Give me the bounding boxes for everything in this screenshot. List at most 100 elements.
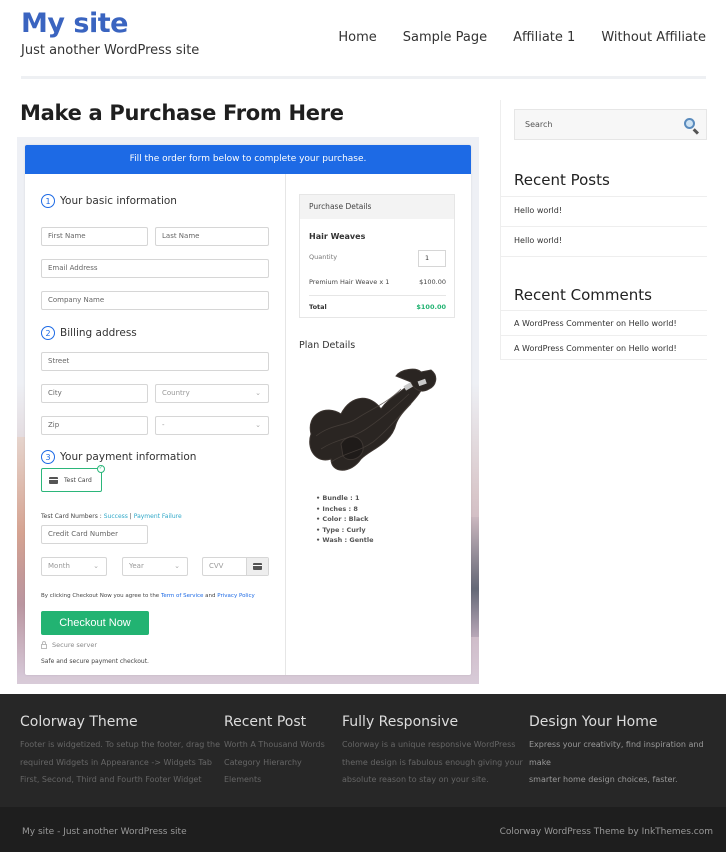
chevron-down-icon: ⌄ — [93, 562, 99, 570]
success-link[interactable]: Success — [104, 513, 128, 520]
footer-col-line: theme design is fabulous enough giving y… — [342, 757, 523, 767]
terms-and: and — [203, 593, 218, 599]
line-item-name: Premium Hair Weave x 1 — [309, 278, 390, 286]
step-number: 1 — [41, 194, 55, 208]
purchase-details-box: Purchase Details Hair Weaves Quantity 1 … — [299, 194, 455, 318]
lock-icon — [41, 640, 47, 649]
year-select[interactable]: Year ⌄ — [122, 557, 188, 576]
header-divider — [21, 76, 706, 79]
total-label: Total — [309, 303, 327, 311]
checkout-now-button[interactable]: Checkout Now — [41, 611, 149, 635]
email-input[interactable]: Email Address — [41, 259, 269, 278]
step-number: 2 — [41, 326, 55, 340]
recent-comment-link[interactable]: A WordPress Commenter on Hello world! — [501, 335, 707, 360]
nav-home[interactable]: Home — [338, 30, 376, 45]
quantity-label: Quantity — [309, 253, 338, 261]
footer-col-title: Recent Post — [224, 714, 307, 730]
check-icon: ✓ — [97, 465, 105, 473]
search-input[interactable]: Search — [514, 109, 707, 140]
city-input[interactable]: City — [41, 384, 148, 403]
cvv-input[interactable]: CVV — [202, 557, 269, 576]
country-select[interactable]: Country ⌄ — [155, 384, 269, 403]
checkout-form: 1 Your basic information First Name Last… — [25, 174, 286, 675]
test-card-option[interactable]: Test Card ✓ — [41, 465, 105, 492]
order-summary: Purchase Details Hair Weaves Quantity 1 … — [287, 174, 471, 675]
footer-col-line: Footer is widgetized. To setup the foote… — [20, 740, 221, 749]
footer-col-colorway: Colorway Theme Footer is widgetized. To … — [20, 714, 220, 789]
step-basic-info: 1 Your basic information — [41, 194, 177, 208]
footer-col-line: Colorway is a unique responsive WordPres… — [342, 740, 516, 749]
summary-divider — [309, 295, 446, 296]
footer-recent-post-link[interactable]: Worth A Thousand Words — [224, 736, 325, 754]
plan-detail-item: Bundle : 1 — [316, 493, 373, 504]
site-title[interactable]: My site — [21, 8, 128, 39]
month-select[interactable]: Month ⌄ — [41, 557, 107, 576]
plan-detail-item: Color : Black — [316, 514, 373, 525]
company-input[interactable]: Company Name — [41, 291, 269, 310]
terms-text: By clicking Checkout Now you agree to th… — [41, 593, 255, 599]
secure-server-label: Secure server — [52, 641, 97, 649]
recent-posts-title: Recent Posts — [514, 171, 610, 189]
chevron-down-icon: ⌄ — [255, 389, 261, 397]
test-card-label: Test Card — [64, 476, 92, 484]
street-input[interactable]: Street — [41, 352, 269, 371]
test-card-numbers-label: Test Card Numbers : — [41, 513, 104, 520]
footer-theme-credit[interactable]: Colorway WordPress Theme by InkThemes.co… — [500, 827, 713, 837]
step-label: Your payment information — [60, 451, 197, 463]
page-title: Make a Purchase From Here — [20, 101, 344, 125]
month-select-value: Month — [48, 562, 70, 570]
order-form-banner: Fill the order form below to complete yo… — [25, 145, 471, 174]
footer-recent-post-link[interactable]: Category Hierarchy — [224, 754, 325, 772]
footer-bottom-bar: My site - Just another WordPress site Co… — [0, 807, 726, 852]
state-select[interactable]: - ⌄ — [155, 416, 269, 435]
footer-col-recent-post: Recent Post Worth A Thousand Words Categ… — [224, 714, 325, 789]
state-select-value: - — [162, 421, 165, 429]
recent-post-link[interactable]: Hello world! — [501, 196, 707, 226]
nav-without-affiliate[interactable]: Without Affiliate — [601, 30, 706, 45]
search-placeholder: Search — [525, 120, 553, 129]
terms-prefix: By clicking Checkout Now you agree to th… — [41, 593, 161, 599]
step-label: Your basic information — [60, 195, 177, 207]
product-name: Hair Weaves — [309, 232, 366, 241]
footer-col-title: Design Your Home — [529, 714, 658, 730]
test-card-numbers: Test Card Numbers : Success | Payment Fa… — [41, 513, 182, 520]
footer-col-responsive: Fully Responsive Colorway is a unique re… — [342, 714, 523, 789]
cvv-card-icon — [246, 558, 268, 575]
line-item-price: $100.00 — [419, 278, 446, 286]
credit-card-number-input[interactable]: Credit Card Number — [41, 525, 148, 544]
footer-col-line: absolute reason to stay on your site. — [342, 775, 489, 784]
widget-divider — [501, 359, 707, 360]
year-select-value: Year — [129, 562, 144, 570]
nav-affiliate-1[interactable]: Affiliate 1 — [513, 30, 575, 45]
credit-card-icon — [49, 476, 58, 484]
search-icon[interactable] — [684, 118, 695, 129]
payment-failure-link[interactable]: Payment Failure — [134, 513, 182, 520]
order-form-container: Fill the order form below to complete yo… — [17, 137, 479, 684]
nav-sample-page[interactable]: Sample Page — [403, 30, 487, 45]
privacy-policy-link[interactable]: Privacy Policy — [217, 593, 254, 599]
order-form-card: Fill the order form below to complete yo… — [25, 145, 471, 675]
footer: Colorway Theme Footer is widgetized. To … — [0, 694, 726, 807]
terms-of-service-link[interactable]: Term of Service — [161, 593, 203, 599]
chevron-down-icon: ⌄ — [174, 562, 180, 570]
plan-detail-item: Wash : Gentle — [316, 535, 373, 546]
credit-card-icon — [253, 563, 262, 570]
widget-divider — [501, 256, 707, 257]
footer-col-title: Colorway Theme — [20, 714, 138, 730]
cvv-placeholder: CVV — [209, 562, 224, 570]
footer-col-design-home: Design Your Home Express your creativity… — [529, 714, 726, 789]
first-name-input[interactable]: First Name — [41, 227, 148, 246]
footer-col-title: Fully Responsive — [342, 714, 459, 730]
recent-post-link[interactable]: Hello world! — [501, 226, 707, 256]
footer-col-line: Express your creativity, find inspiratio… — [529, 740, 704, 767]
secure-server: Secure server — [41, 640, 97, 649]
zip-input[interactable]: Zip — [41, 416, 148, 435]
last-name-input[interactable]: Last Name — [155, 227, 269, 246]
footer-recent-post-link[interactable]: Elements — [224, 771, 325, 789]
plan-details-list: Bundle : 1 Inches : 8 Color : Black Type… — [316, 493, 373, 546]
quantity-input[interactable]: 1 — [418, 250, 446, 267]
country-select-value: Country — [162, 389, 190, 397]
recent-comments-title: Recent Comments — [514, 286, 652, 304]
recent-comment-link[interactable]: A WordPress Commenter on Hello world! — [501, 310, 707, 335]
main-nav: Home Sample Page Affiliate 1 Without Aff… — [312, 30, 706, 45]
